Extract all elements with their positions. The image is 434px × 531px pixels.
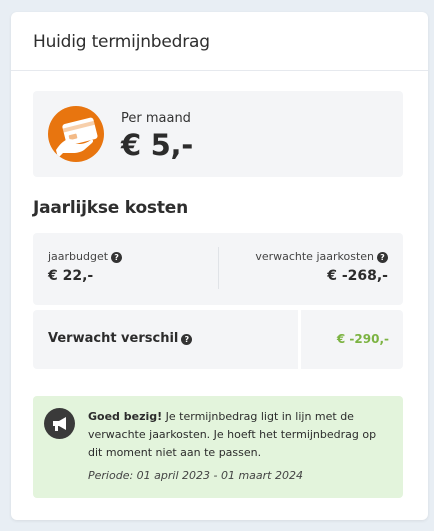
expected-costs-label: verwachte jaarkosten bbox=[255, 250, 374, 263]
monthly-amount-panel: Per maand € 5,- bbox=[33, 91, 403, 177]
notice-message: Goed bezig! Je termijnbedrag ligt in lij… bbox=[88, 408, 393, 462]
yearly-costs-title: Jaarlijkse kosten bbox=[33, 198, 189, 218]
difference-label-cell: Verwacht verschil? bbox=[33, 310, 298, 369]
notice-period: Periode: 01 april 2023 - 01 maart 2024 bbox=[88, 469, 303, 482]
yearly-costs-panel: jaarbudget? € 22,- verwachte jaarkosten?… bbox=[33, 233, 403, 305]
budget-value: € 22,- bbox=[48, 268, 94, 284]
card-in-hand-icon bbox=[48, 106, 104, 162]
per-month-label: Per maand bbox=[121, 111, 191, 126]
notice-bold: Goed bezig! bbox=[88, 410, 163, 423]
budget-help-icon[interactable]: ? bbox=[111, 252, 123, 263]
termijnbedrag-card: Huidig termijnbedrag Per maand € 5,- Jaa… bbox=[11, 12, 428, 520]
card-title: Huidig termijnbedrag bbox=[33, 32, 210, 52]
difference-value-cell: € -290,- bbox=[301, 310, 403, 369]
difference-label-row: Verwacht verschil? bbox=[48, 331, 193, 346]
difference-label: Verwacht verschil bbox=[48, 331, 179, 346]
status-notice: Goed bezig! Je termijnbedrag ligt in lij… bbox=[33, 396, 403, 498]
megaphone-icon bbox=[44, 408, 75, 439]
card-header: Huidig termijnbedrag bbox=[11, 12, 428, 71]
difference-value: € -290,- bbox=[336, 332, 389, 346]
cost-divider bbox=[218, 247, 219, 289]
difference-help-icon[interactable]: ? bbox=[181, 334, 193, 345]
budget-label: jaarbudget bbox=[48, 250, 109, 263]
budget-label-row: jaarbudget? bbox=[48, 250, 123, 263]
expected-label-row: verwachte jaarkosten? bbox=[255, 250, 388, 263]
per-month-amount: € 5,- bbox=[121, 128, 194, 162]
expected-costs-help-icon[interactable]: ? bbox=[377, 252, 388, 263]
expected-costs-value: € -268,- bbox=[327, 268, 388, 284]
